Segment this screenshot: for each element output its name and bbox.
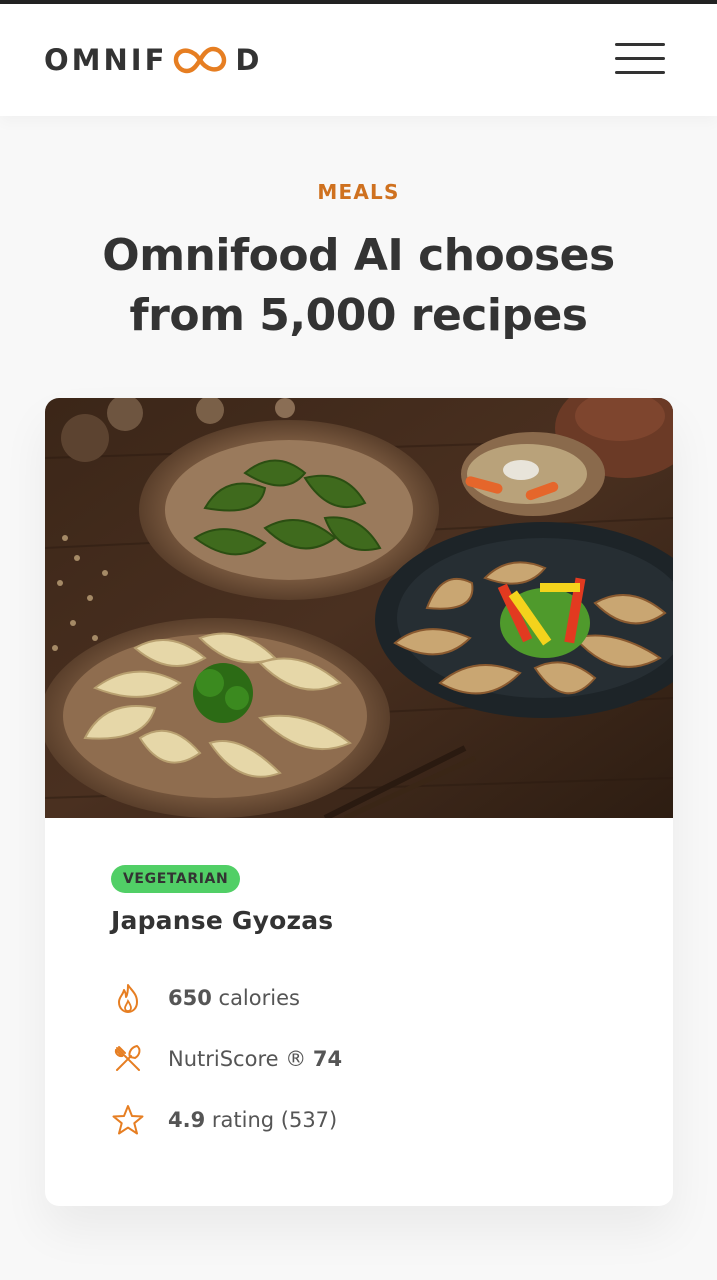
section-heading: Omnifood AI chooses from 5,000 recipes [40,226,677,346]
heading-line-1: Omnifood AI chooses [102,230,615,281]
nutriscore-attribute: NutriScore ® 74 [111,1042,342,1076]
rating-attribute: 4.9 rating (537) [111,1103,337,1137]
calories-text: 650 calories [168,986,300,1010]
infinity-logo-icon [174,46,227,74]
calories-attribute: 650 calories [111,981,300,1015]
section-subheading: MEALS [317,180,400,204]
meal-title: Japanse Gyozas [111,906,334,935]
logo-text-right: D [235,43,263,77]
flame-icon [118,984,138,1013]
nutriscore-text: NutriScore ® 74 [168,1047,343,1071]
hamburger-menu-icon[interactable] [612,42,666,78]
star-icon [112,1105,144,1135]
omnifood-logo[interactable]: OMNIF D [44,42,262,78]
japanese-gyozas-photo [45,398,673,818]
site-header: OMNIF D [0,4,717,116]
meal-card[interactable]: VEGETARIAN Japanse Gyozas 650 calories N… [45,398,673,1206]
heading-line-2: from 5,000 recipes [129,290,588,341]
vegetarian-tag: VEGETARIAN [111,865,241,893]
rating-text: 4.9 rating (537) [168,1108,338,1132]
utensils-icon [114,1044,141,1071]
logo-text-left: OMNIF [44,43,168,77]
